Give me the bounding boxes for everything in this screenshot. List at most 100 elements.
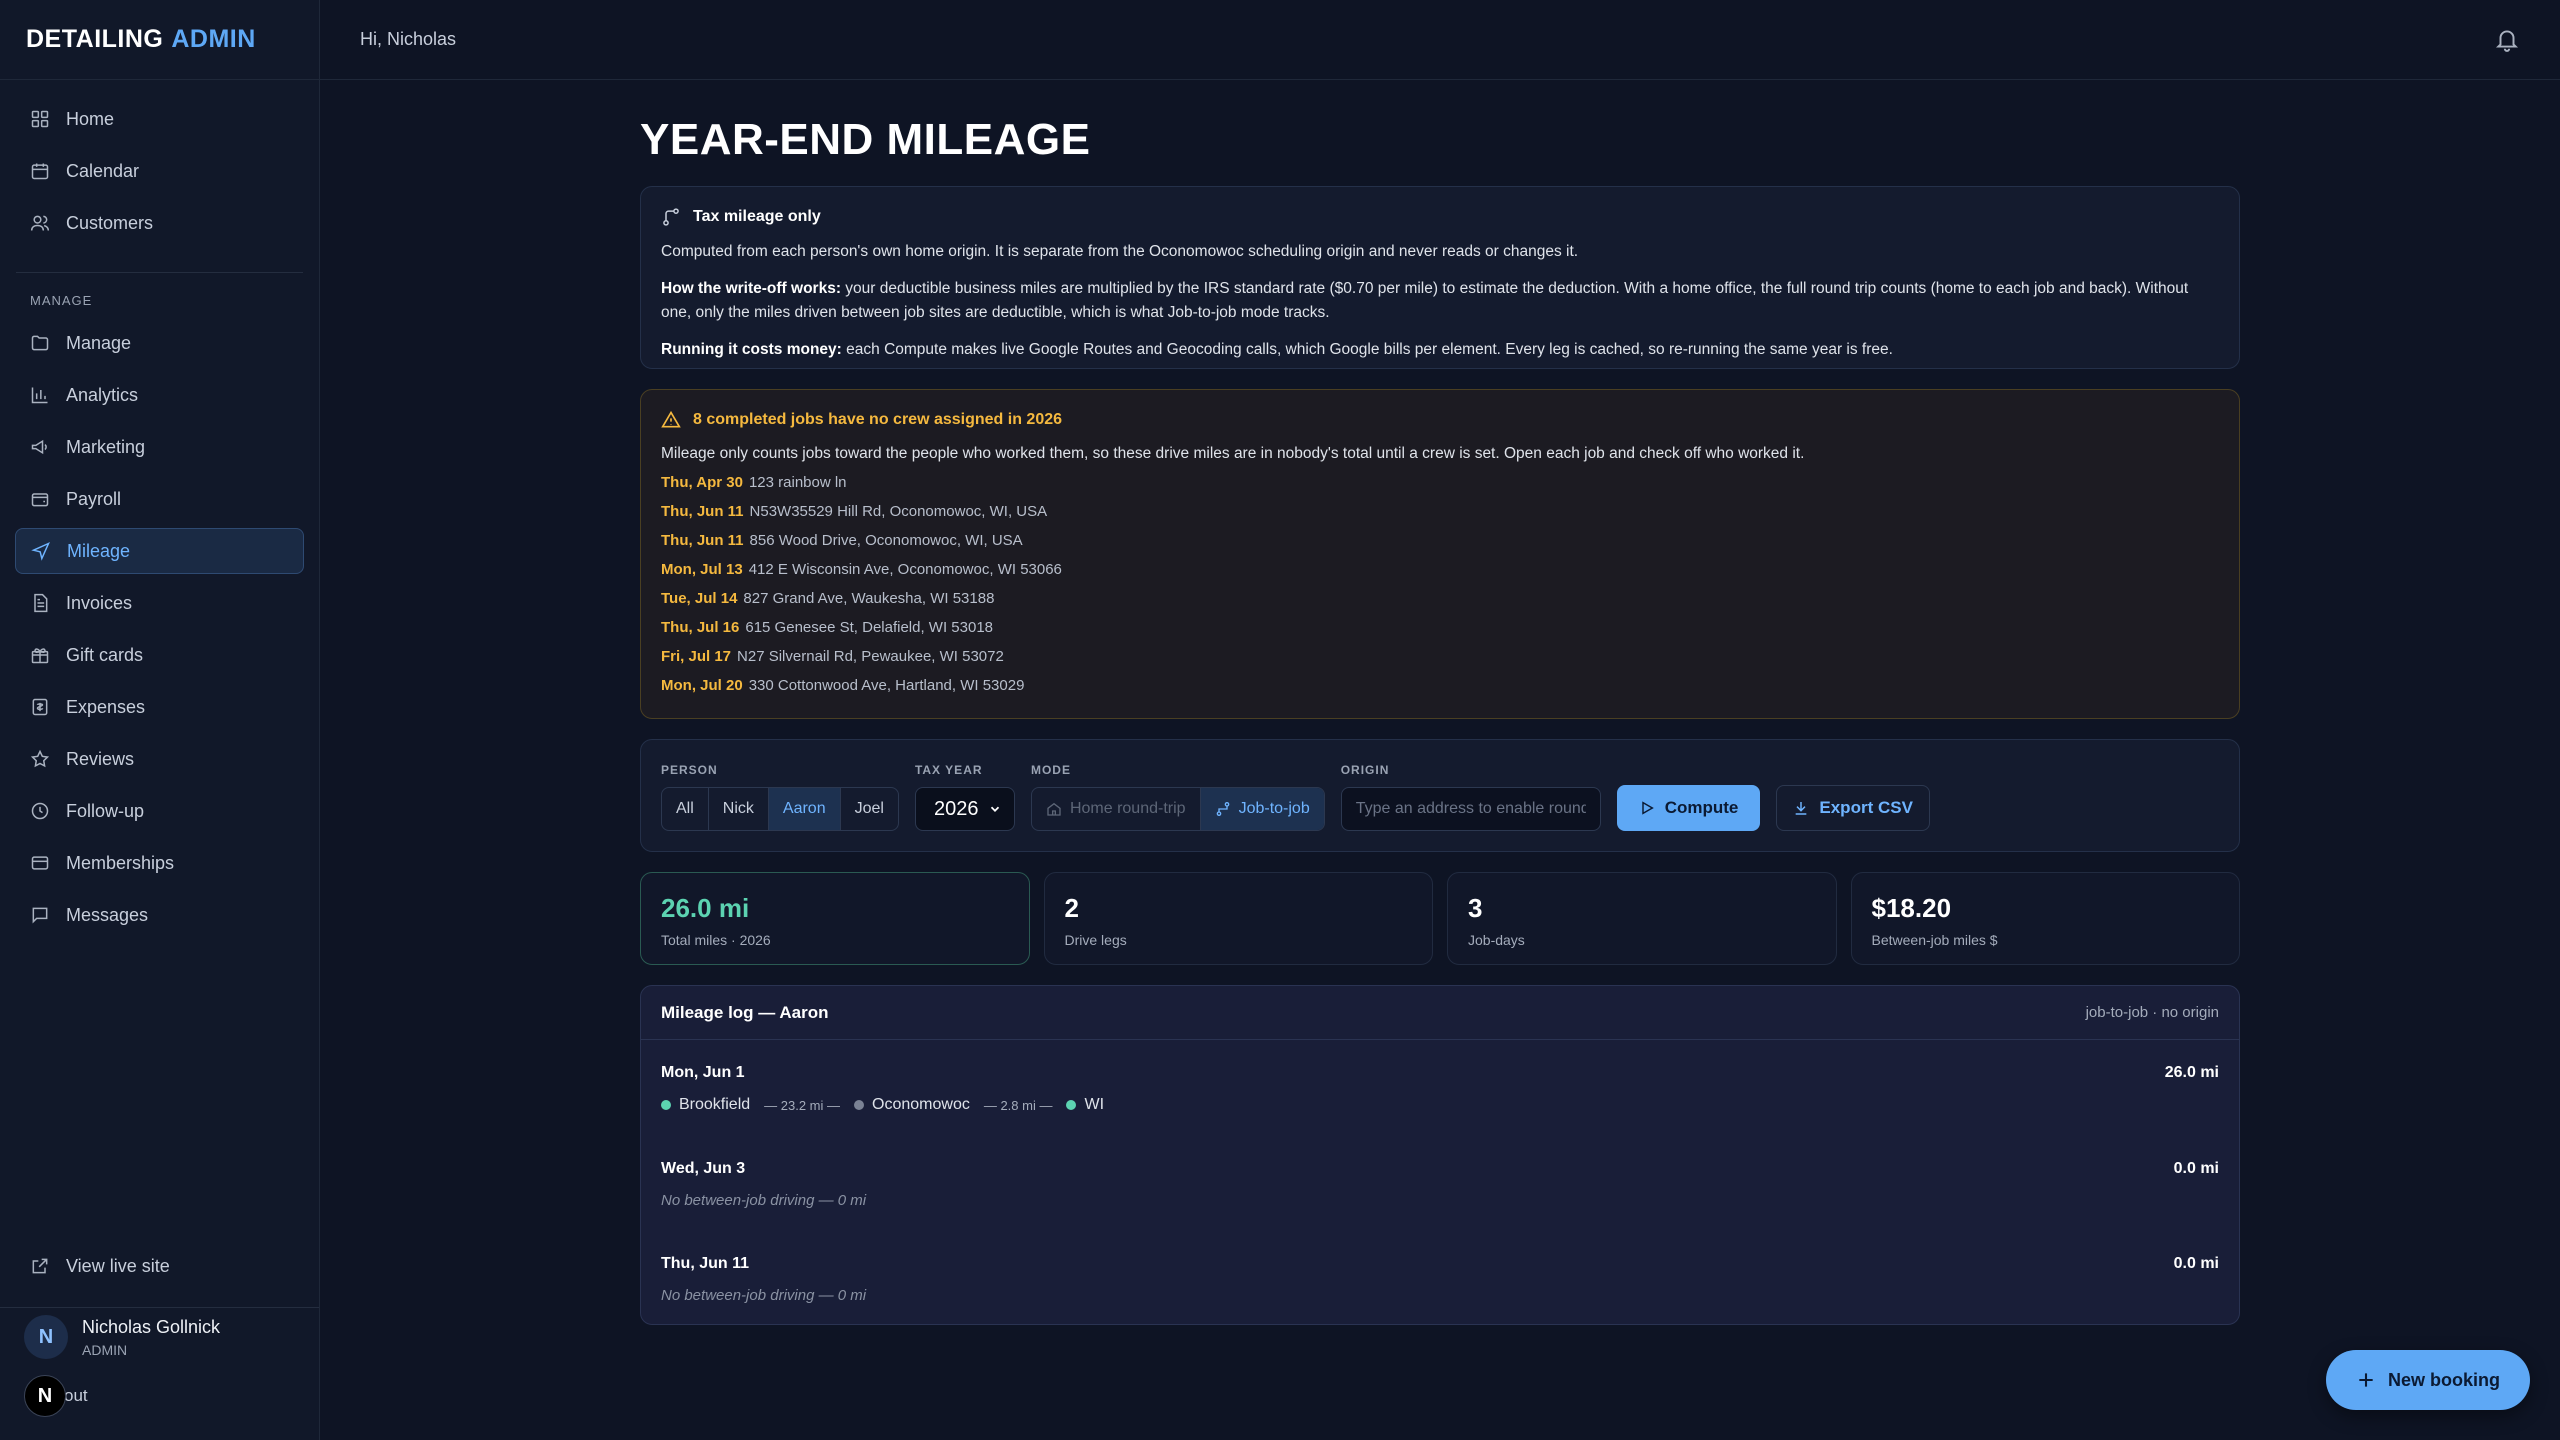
- brand-logo[interactable]: DETAILING ADMIN: [0, 0, 319, 80]
- sidebar-item-label: Messages: [66, 904, 149, 925]
- tax-year-value: 2026: [933, 797, 979, 820]
- new-booking-label: New booking: [2388, 1369, 2500, 1390]
- stat-job-days: 3 Job-days: [1447, 872, 1837, 965]
- new-booking-button[interactable]: New booking: [2326, 1350, 2530, 1410]
- route-icon: [1216, 802, 1229, 816]
- person-option-all[interactable]: All: [662, 788, 709, 830]
- sidebar-item-expenses[interactable]: Expenses: [15, 684, 304, 730]
- view-live-site-label: View live site: [66, 1255, 170, 1276]
- sidebar-item-label: Analytics: [66, 384, 139, 405]
- sidebar-item-gift-cards[interactable]: Gift cards: [15, 632, 304, 678]
- unassigned-job[interactable]: Mon, Jul 20 330 Cottonwood Ave, Hartland,…: [661, 674, 2219, 698]
- stop-dot: [854, 1100, 865, 1110]
- page-title: YEAR-END MILEAGE: [640, 115, 1091, 164]
- sidebar-item-follow-up[interactable]: Follow-up: [15, 788, 304, 834]
- origin-input[interactable]: [1340, 787, 1601, 831]
- unassigned-job[interactable]: Thu, Jun 11 N53W35529 Hill Rd, Oconomowoc…: [661, 500, 2219, 524]
- stat-between-job-dollars: $18.20 Between-job miles $: [1850, 872, 2240, 965]
- unassigned-job[interactable]: Mon, Jul 13 412 E Wisconsin Ave, Oconomow…: [661, 558, 2219, 582]
- sidebar-item-mileage[interactable]: Mileage: [15, 528, 304, 574]
- sidebar-nav: Home Calendar Customers MANAGE Manage An…: [0, 96, 319, 944]
- year-group: TAX YEAR 2026: [914, 763, 1015, 831]
- job-address: 330 Cottonwood Ave, Hartland, WI 53029: [748, 677, 1025, 694]
- export-csv-button[interactable]: Export CSV: [1776, 785, 1930, 831]
- chevron-down-icon: [990, 806, 1000, 812]
- tax-info-title: Tax mileage only: [693, 208, 821, 225]
- job-date: Mon, Jul 20: [661, 677, 743, 694]
- avatar: N: [24, 1315, 68, 1359]
- stop-dot: [1066, 1100, 1077, 1110]
- logout-button[interactable]: N out: [24, 1375, 88, 1417]
- unassigned-job[interactable]: Thu, Jun 11 856 Wood Drive, Oconomowoc, W…: [661, 529, 2219, 553]
- sidebar-item-calendar[interactable]: Calendar: [15, 148, 304, 194]
- person-label: PERSON: [661, 763, 718, 777]
- stat-value: $18.20: [1871, 893, 1952, 923]
- bell-icon[interactable]: [2494, 26, 2520, 52]
- sidebar-item-messages[interactable]: Messages: [15, 892, 304, 938]
- play-icon: [1641, 801, 1654, 815]
- wallet-icon: [31, 493, 49, 507]
- job-address: 615 Genesee St, Delafield, WI 53018: [745, 619, 994, 636]
- user-divider: [0, 1307, 319, 1308]
- person-option-aaron[interactable]: Aaron: [768, 788, 841, 830]
- stat-value: 2: [1064, 893, 1079, 923]
- gift-icon: [31, 648, 49, 664]
- tax-info-card: Tax mileage only Computed from each pers…: [640, 186, 2240, 369]
- main-content: YEAR-END MILEAGE Tax mileage only Comput…: [640, 80, 2240, 1325]
- route-stop: Brookfield: [679, 1096, 751, 1113]
- unassigned-job[interactable]: Fri, Jul 17 N27 Silvernail Rd, Pewaukee, …: [661, 645, 2219, 669]
- sidebar-item-analytics[interactable]: Analytics: [15, 372, 304, 418]
- tax-info-line3-text: each Compute makes live Google Routes an…: [841, 341, 1893, 358]
- sidebar-item-memberships[interactable]: Memberships: [15, 840, 304, 886]
- sidebar-item-reviews[interactable]: Reviews: [15, 736, 304, 782]
- compute-button[interactable]: Compute: [1616, 785, 1761, 831]
- stat-total-miles: 26.0 mi Total miles · 2026: [640, 872, 1030, 965]
- tax-year-label: TAX YEAR: [914, 763, 983, 777]
- job-address: N27 Silvernail Rd, Pewaukee, WI 53072: [737, 648, 1004, 665]
- sidebar-item-manage[interactable]: Manage: [15, 320, 304, 366]
- tax-year-select[interactable]: 2026: [914, 787, 1015, 831]
- sidebar-item-label: Expenses: [66, 696, 146, 717]
- mode-home-round-trip[interactable]: Home round-trip: [1032, 788, 1201, 830]
- external-link-icon: [32, 1258, 48, 1274]
- sidebar-item-label: Mileage: [67, 540, 131, 561]
- unassigned-job[interactable]: Thu, Jul 16 615 Genesee St, Delafield, WI…: [661, 616, 2219, 640]
- tax-info-line3: Running it costs money: each Compute mak…: [661, 338, 2219, 362]
- sidebar-item-label: Manage: [66, 332, 132, 353]
- sidebar-item-invoices[interactable]: Invoices: [15, 580, 304, 626]
- origin-label: ORIGIN: [1340, 763, 1390, 777]
- job-address: 856 Wood Drive, Oconomowoc, WI, USA: [749, 532, 1023, 549]
- receipt-icon: [32, 698, 48, 716]
- user-profile[interactable]: N Nicholas Gollnick ADMIN: [24, 1315, 220, 1359]
- unassigned-job[interactable]: Tue, Jul 14 827 Grand Ave, Waukesha, WI 5…: [661, 587, 2219, 611]
- job-address: N53W35529 Hill Rd, Oconomowoc, WI, USA: [749, 503, 1048, 520]
- log-day-total: 0.0 mi: [2173, 1160, 2219, 1177]
- sidebar-item-home[interactable]: Home: [15, 96, 304, 142]
- job-date: Mon, Jul 13: [661, 561, 743, 578]
- warning-title: 8 completed jobs have no crew assigned i…: [693, 411, 1063, 428]
- brand-part2: ADMIN: [171, 25, 256, 53]
- sidebar-item-label: Follow-up: [66, 800, 145, 821]
- unassigned-job[interactable]: Thu, Apr 30 123 rainbow ln: [661, 471, 2219, 495]
- person-option-joel[interactable]: Joel: [841, 788, 898, 830]
- unassigned-jobs-warning: 8 completed jobs have no crew assigned i…: [640, 389, 2240, 719]
- view-live-site-link[interactable]: View live site: [15, 1245, 304, 1287]
- home-icon: [1047, 802, 1061, 816]
- warning-icon: [661, 410, 681, 428]
- stat-caption: Drive legs: [1064, 932, 1127, 948]
- job-date: Thu, Jul 16: [661, 619, 740, 636]
- log-day-total: 26.0 mi: [2164, 1064, 2219, 1081]
- route-icon: [663, 208, 679, 226]
- sidebar-item-customers[interactable]: Customers: [15, 200, 304, 246]
- log-day-total: 0.0 mi: [2173, 1255, 2219, 1272]
- route-leg: — 2.8 mi —: [983, 1097, 1053, 1113]
- mode-job-to-job[interactable]: Job-to-job: [1200, 788, 1324, 830]
- grid-icon: [31, 110, 49, 128]
- sidebar-item-payroll[interactable]: Payroll: [15, 476, 304, 522]
- log-day-header: Mon, Jun 1 26.0 mi: [661, 1064, 2219, 1082]
- person-option-nick[interactable]: Nick: [709, 788, 769, 830]
- logout-label: out: [64, 1386, 88, 1405]
- origin-group: ORIGIN: [1340, 763, 1601, 831]
- sidebar-item-marketing[interactable]: Marketing: [15, 424, 304, 470]
- mode-home-label: Home round-trip: [1069, 800, 1186, 817]
